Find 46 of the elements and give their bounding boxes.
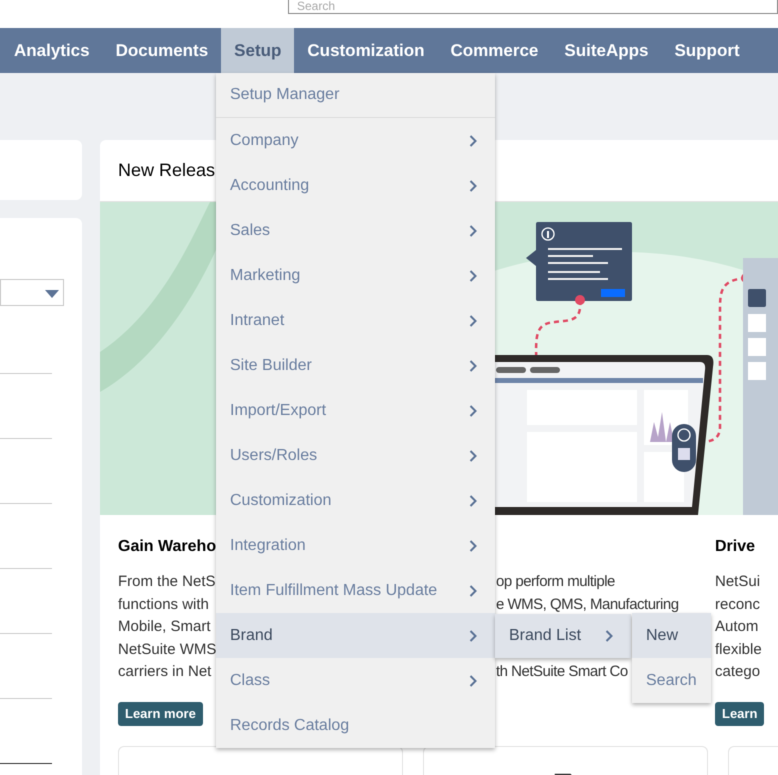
nav-tab[interactable]: Commerce xyxy=(438,28,552,73)
menu-item[interactable]: Users/Roles xyxy=(216,433,495,478)
text-line: NetSuite WMS xyxy=(118,640,216,658)
menu-item[interactable]: Company xyxy=(216,118,495,163)
learn-more-button[interactable]: Learn more xyxy=(118,702,203,726)
card-title: New Releas xyxy=(118,159,216,182)
text-line: reconc xyxy=(715,596,760,612)
article-title: Drive xyxy=(715,538,756,555)
nav-tab[interactable]: SuiteApps xyxy=(551,28,662,73)
menu-item[interactable]: Records Catalog xyxy=(216,703,495,748)
nav-tab[interactable]: Documents xyxy=(102,28,222,73)
nav-tab[interactable]: Setup xyxy=(221,28,294,73)
text-line: Mobile, Smart xyxy=(118,618,211,635)
article-title: Gain Wareho xyxy=(118,538,216,555)
nav-tab[interactable]: Analytics xyxy=(1,28,103,73)
text-line: NetSui xyxy=(715,573,760,590)
menu-item[interactable]: Class xyxy=(216,658,495,703)
menu-item[interactable]: Brand List xyxy=(495,614,631,658)
menu-item[interactable]: Setup Manager xyxy=(216,73,495,118)
text-line: op perform multiple xyxy=(496,573,615,590)
menu-item[interactable]: Accounting xyxy=(216,163,495,208)
dropdown-field[interactable] xyxy=(0,279,64,306)
menu-item[interactable]: Search xyxy=(632,658,711,703)
text-line: From the NetS xyxy=(118,573,216,590)
caret-icon xyxy=(45,290,59,298)
text-line: e WMS, QMS, Manufacturing xyxy=(496,596,679,612)
menu-item[interactable]: Customization xyxy=(216,478,495,523)
text-line: carriers in Net xyxy=(118,663,212,680)
text-line: catego xyxy=(715,663,760,680)
learn-more-button[interactable]: Learn xyxy=(715,702,764,726)
nav-tab[interactable]: Customization xyxy=(294,28,438,73)
text-line: flexible xyxy=(715,640,762,658)
menu-item[interactable]: Item Fulfillment Mass Update xyxy=(216,568,495,613)
text-line: Autom xyxy=(715,618,758,635)
menu-item[interactable]: New xyxy=(632,613,711,658)
menu-item[interactable]: Sales xyxy=(216,208,495,253)
menu-item[interactable]: Marketing xyxy=(216,253,495,298)
menu-item[interactable]: Integration xyxy=(216,523,495,568)
menu-item[interactable]: Import/Export xyxy=(216,388,495,433)
menu-item[interactable]: Brand xyxy=(216,613,495,658)
text-line: th NetSuite Smart Co xyxy=(496,663,628,680)
text-line: functions with xyxy=(118,596,209,612)
menu-item[interactable]: Site Builder xyxy=(216,343,495,388)
nav-tab[interactable]: Support xyxy=(661,28,753,73)
menu-item[interactable]: Intranet xyxy=(216,298,495,343)
search-field[interactable]: Search xyxy=(288,0,778,14)
